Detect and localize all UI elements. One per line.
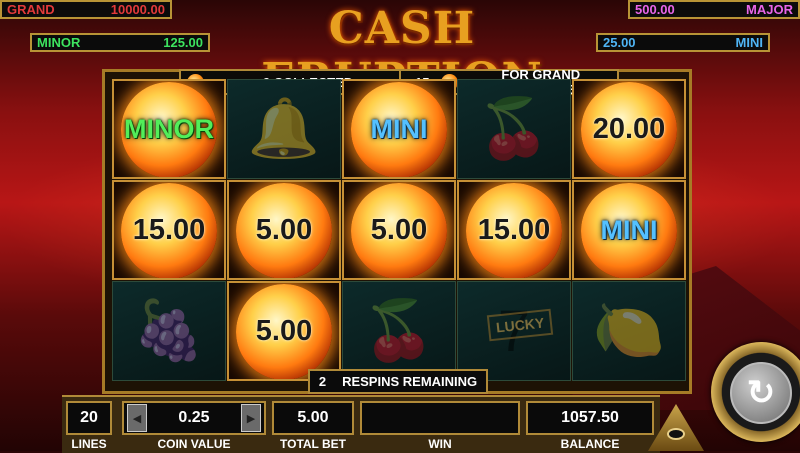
symbol-cell: 🍒 [342, 281, 456, 381]
symbol-cell: 🍋 [572, 281, 686, 381]
lines-label: LINES [71, 437, 107, 451]
minor-label: MINOR [37, 35, 81, 50]
fireball-value: 15.00 [132, 213, 206, 246]
fireball-cell: 15.00 [112, 180, 226, 280]
fireball-value: 20.00 [592, 112, 666, 145]
eye-icon [667, 428, 685, 440]
total-bet-value[interactable]: 5.00 [272, 401, 354, 435]
minor-value: 125.00 [163, 35, 203, 50]
spin-arrow-icon[interactable]: ↻ [730, 362, 792, 424]
respins-counter: 2 RESPINS REMAINING [308, 369, 488, 394]
fireball-cell: 5.00 [227, 281, 341, 381]
cherry-icon: 🍒 [477, 96, 551, 161]
win-label: WIN [428, 437, 452, 451]
lemon-icon: 🍋 [592, 298, 666, 363]
fireball-cell: 20.00 [572, 79, 686, 179]
coin-decrease-button[interactable]: ◀ [127, 404, 147, 432]
fireball-cell: MINI [342, 79, 456, 179]
fireball-value: 5.00 [255, 213, 313, 246]
bell-icon: 🔔 [247, 96, 321, 161]
fireball-cell: 15.00 [457, 180, 571, 280]
coin-value: 0.25 [178, 409, 210, 426]
fireball-cell: 5.00 [342, 180, 456, 280]
symbol-cell: 🔔 [227, 79, 341, 179]
minor-jackpot-meter: MINOR 125.00 [30, 33, 210, 52]
win-value [360, 401, 520, 435]
fireball-value: 5.00 [255, 314, 313, 347]
fireball-value: MINOR [124, 113, 214, 144]
grapes-icon: 🍇 [132, 298, 206, 363]
mini-jackpot-meter: 25.00 MINI [596, 33, 770, 52]
lines-value[interactable]: 20 [66, 401, 112, 435]
fireball-cell: MINI [572, 180, 686, 280]
fireball-cell: MINOR [112, 79, 226, 179]
respins-label: RESPINS REMAINING [342, 374, 478, 389]
symbol-cell: 7 LUCKY [457, 281, 571, 381]
reel-grid: MINOR 🔔 MINI 🍒 20.00 15.00 5.00 5.00 15.00 MINI 🍇 5… [112, 79, 686, 381]
fireball-value: MINI [600, 214, 658, 245]
major-jackpot-meter: 500.00 MAJOR [628, 0, 800, 19]
cherry-icon: 🍒 [362, 298, 436, 363]
total-bet-label: TOTAL BET [280, 437, 346, 451]
fireball-value: 15.00 [477, 213, 551, 246]
fireball-value: 5.00 [370, 213, 428, 246]
symbol-cell: 🍒 [457, 79, 571, 179]
balance-label: BALANCE [560, 437, 620, 451]
grand-jackpot-meter: GRAND 10000.00 [0, 0, 172, 19]
mini-value: 25.00 [603, 35, 636, 50]
major-label: MAJOR [746, 2, 793, 17]
mini-label: MINI [735, 35, 763, 50]
coin-value-label: COIN VALUE [157, 437, 231, 451]
balance-value: 1057.50 [526, 401, 654, 435]
coin-increase-button[interactable]: ▶ [241, 404, 261, 432]
fireball-cell: 5.00 [227, 180, 341, 280]
fireball-value: MINI [370, 113, 428, 144]
symbol-cell: 🍇 [112, 281, 226, 381]
respins-count: 2 [318, 374, 327, 389]
grand-value: 10000.00 [110, 2, 165, 17]
major-value: 500.00 [635, 2, 675, 17]
grand-label: GRAND [7, 2, 55, 17]
